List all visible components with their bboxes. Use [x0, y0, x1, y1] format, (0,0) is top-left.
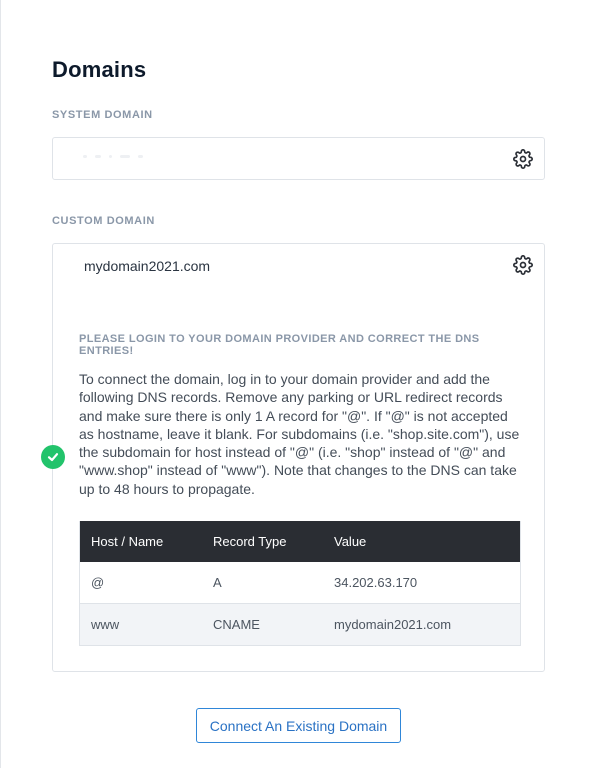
page-title: Domains	[52, 57, 147, 82]
left-border	[0, 0, 1, 768]
column-header-value: Value	[323, 521, 521, 562]
dns-instructions: To connect the domain, log in to your do…	[79, 371, 520, 497]
table-header-row: Host / Name Record Type Value	[79, 521, 521, 562]
check-circle-icon	[41, 445, 65, 469]
connect-existing-domain-button[interactable]: Connect An Existing Domain	[196, 708, 401, 743]
system-domain-label: SYSTEM DOMAIN	[52, 109, 153, 121]
gear-icon[interactable]	[513, 149, 533, 169]
custom-domain-value: mydomain2021.com	[84, 258, 211, 274]
custom-domain-label: CUSTOM DOMAIN	[52, 215, 155, 227]
table-cell-value: mydomain2021.com	[323, 603, 521, 646]
system-domain-field	[52, 137, 545, 180]
dns-warning-title: PLEASE LOGIN TO YOUR DOMAIN PROVIDER AND…	[79, 333, 480, 357]
table-cell-host: @	[79, 562, 202, 604]
column-header-host: Host / Name	[79, 521, 202, 562]
table-row: @ A 34.202.63.170	[79, 562, 521, 604]
table-cell-record-type: CNAME	[202, 603, 323, 646]
column-header-record-type: Record Type	[202, 521, 323, 562]
table-cell-value: 34.202.63.170	[323, 562, 521, 604]
system-domain-value-redacted	[83, 155, 203, 161]
table-cell-host: www	[79, 603, 202, 646]
table-row: www CNAME mydomain2021.com	[79, 603, 521, 646]
gear-icon[interactable]	[513, 255, 533, 275]
dns-records-table: Host / Name Record Type Value @ A 34.202…	[79, 521, 521, 646]
custom-domain-panel: mydomain2021.com PLEASE LOGIN TO YOUR DO…	[52, 243, 545, 672]
table-cell-record-type: A	[202, 562, 323, 604]
